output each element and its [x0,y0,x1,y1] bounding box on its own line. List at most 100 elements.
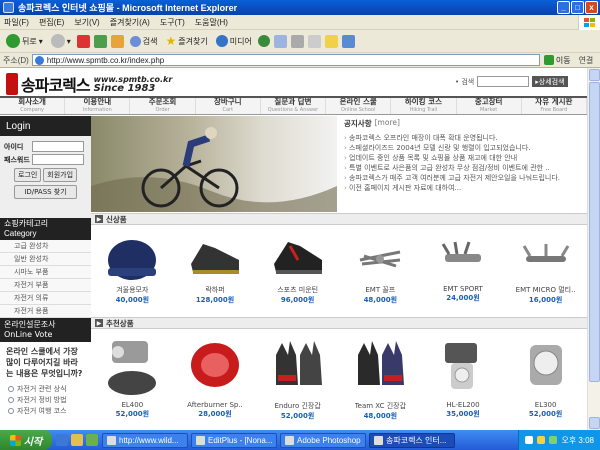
mail-icon[interactable] [273,34,287,48]
join-button[interactable]: 회원가입 [43,168,78,182]
detail-search-button[interactable]: ▸ 상세검색 [532,76,568,87]
notice-item[interactable]: 특별 이벤트로 사은품의 고급 완성차 무상 점검/정비 이벤트에 관한 .. [344,163,587,173]
app-quicklaunch-icon[interactable] [86,434,98,446]
multitool-image [429,228,497,284]
category-item[interactable]: 자전거 의류 [0,292,91,305]
nav-qna[interactable]: 질문과 답변 Questions & Answer [261,98,327,114]
menu-help[interactable]: 도움말(H) [195,17,228,28]
notice-item[interactable]: 업데이트 중인 상품 목록 및 쇼핑몰 상품 재고에 대한 안내 [344,153,587,163]
product-card[interactable]: 락하퍼 128,000원 [174,228,257,305]
back-button[interactable]: 뒤로 ▾ [4,33,45,49]
messenger-icon[interactable] [341,34,355,48]
password-input[interactable] [32,154,84,165]
task-button[interactable]: Adobe Photoshop [280,432,366,448]
tray-icon[interactable] [537,436,546,444]
product-card[interactable]: EMT MICRO 멀티.. 16,000원 [504,228,587,305]
product-card[interactable]: EMT 꼴프 48,000원 [339,228,422,305]
menu-file[interactable]: 파일(F) [4,17,29,28]
category-item[interactable]: 고급 완성차 [0,240,91,253]
search-button[interactable]: 검색 [128,35,160,48]
menu-view[interactable]: 보기(V) [74,17,99,28]
nav-free-board[interactable]: 자유 게시판 Free Board [522,98,587,114]
nav-order[interactable]: 주문조회 Order [130,98,196,114]
tray-icon[interactable] [525,436,534,444]
category-list: 고급 완성차 일반 완성차 시마노 부품 자전거 부품 자전거 의류 자전거 용… [0,240,91,318]
product-card[interactable]: 스포츠 미운틴 96,000원 [256,228,339,305]
maximize-button[interactable]: □ [571,1,584,14]
find-id-pass-button[interactable]: ID/PASS 찾기 [14,185,77,199]
site-logo[interactable]: 송파코렉스 www.spmtb.co.kr Since 1983 [6,72,206,96]
notice-item[interactable]: 송파코렉스가 매주 고객 여러분께 고급 자전거 제안오일을 나눠드립니다. [344,173,587,183]
notice-item[interactable]: 스페셜라이즈드 2004년 모델 신랑 및 행렬이 입고되었습니다. [344,143,587,153]
scroll-thumb[interactable] [589,82,600,382]
nav-label: 중고장터 [474,97,503,106]
folder-quicklaunch-icon[interactable] [71,434,83,446]
clock[interactable]: 오후 3:08 [561,435,594,446]
vote-option[interactable]: 자전거 정비 방법 [0,394,91,405]
home-icon[interactable] [110,34,124,48]
menu-favorites[interactable]: 즐겨찾기(A) [110,17,150,28]
site-search-label: • 검색 [455,77,475,86]
refresh-icon[interactable] [93,34,107,48]
vote-title: 온라인설문조사 [4,320,56,329]
url-input[interactable]: http://www.spmtb.co.kr/index.php [31,54,540,66]
menu-edit[interactable]: 편집(E) [39,17,64,28]
nav-cart[interactable]: 장바구니 Cart [196,98,261,114]
vertical-scrollbar[interactable] [587,68,600,430]
vote-heading: 온라인설문조사 OnLine Vote [0,318,91,342]
notice-more-link[interactable]: [more] [375,118,400,129]
links-button[interactable]: 연결 [579,55,594,66]
notice-item[interactable]: 송파코렉스 오프라인 매장이 대폭 확대 운영됩니다. [344,133,587,143]
vote-option[interactable]: 자전거 관련 상식 [0,383,91,394]
scroll-down-button[interactable] [589,417,600,429]
product-card[interactable]: 겨울용모자 40,000원 [91,228,174,305]
product-card[interactable]: Team XC 긴장갑 48,000원 [339,332,422,421]
recommended-products-heading: ▶ 추천상품 [91,317,587,329]
forward-button[interactable]: ▾ [49,33,73,49]
product-card[interactable]: Enduro 긴장갑 52,000원 [256,332,339,421]
go-button[interactable]: 이동 [543,55,571,66]
product-card[interactable]: EL400 52,000원 [91,332,174,421]
edit-icon[interactable] [307,34,321,48]
main-banner-image[interactable] [91,116,337,212]
go-arrow-icon [543,55,554,65]
category-item[interactable]: 자전거 부품 [0,279,91,292]
id-input[interactable] [32,141,84,152]
nav-company[interactable]: 회사소개 Company [0,98,66,114]
nav-market[interactable]: 중고장터 Market [457,98,522,114]
nav-online-school[interactable]: 온라인 스쿨 Online School [326,98,392,114]
section-arrow-icon: ▶ [95,215,103,223]
category-item[interactable]: 일반 완성차 [0,253,91,266]
nav-information[interactable]: 이용안내 Information [65,98,131,114]
product-card[interactable]: EL300 52,000원 [504,332,587,421]
tray-icon[interactable] [549,436,558,444]
site-search-input[interactable] [477,76,530,87]
menu-tools[interactable]: 도구(T) [160,17,185,28]
vote-option[interactable]: 자전거 여행 코스 [0,405,91,416]
minimize-button[interactable]: _ [557,1,570,14]
discuss-icon[interactable] [324,34,338,48]
product-card[interactable]: HL-EL200 35,000원 [422,332,505,421]
login-button[interactable]: 로그인 [13,168,42,182]
notice-item[interactable]: 이전 홈페이지 게시판 자료에 대하여... [344,183,587,193]
category-subtitle: Category [4,229,37,238]
category-item[interactable]: 시마노 부품 [0,266,91,279]
media-button[interactable]: 미디어 [214,34,254,48]
nav-hiking-trail[interactable]: 하이킹 코스 Hiking Trail [391,98,457,114]
task-button[interactable]: http://www.wild... [102,432,188,448]
start-button[interactable]: 시작 [0,430,52,450]
task-button-active[interactable]: 송파코렉스 인터... [369,432,455,448]
ie-quicklaunch-icon[interactable] [56,434,68,446]
category-item[interactable]: 자전거 용품 [0,305,91,318]
task-label: http://www.wild... [119,435,179,445]
print-icon[interactable] [290,34,304,48]
history-icon[interactable] [257,35,270,47]
close-button[interactable]: x [585,1,598,14]
scroll-up-button[interactable] [589,69,600,81]
product-card[interactable]: EMT SPORT 24,000원 [422,228,505,305]
task-button[interactable]: EditPlus - [Nona... [191,432,277,448]
product-card[interactable]: Afterburner Sp.. 28,000원 [174,332,257,421]
stop-icon[interactable] [76,34,90,48]
shoe-image [264,228,332,284]
favorites-button[interactable]: ★ 즐겨찾기 [164,33,210,49]
